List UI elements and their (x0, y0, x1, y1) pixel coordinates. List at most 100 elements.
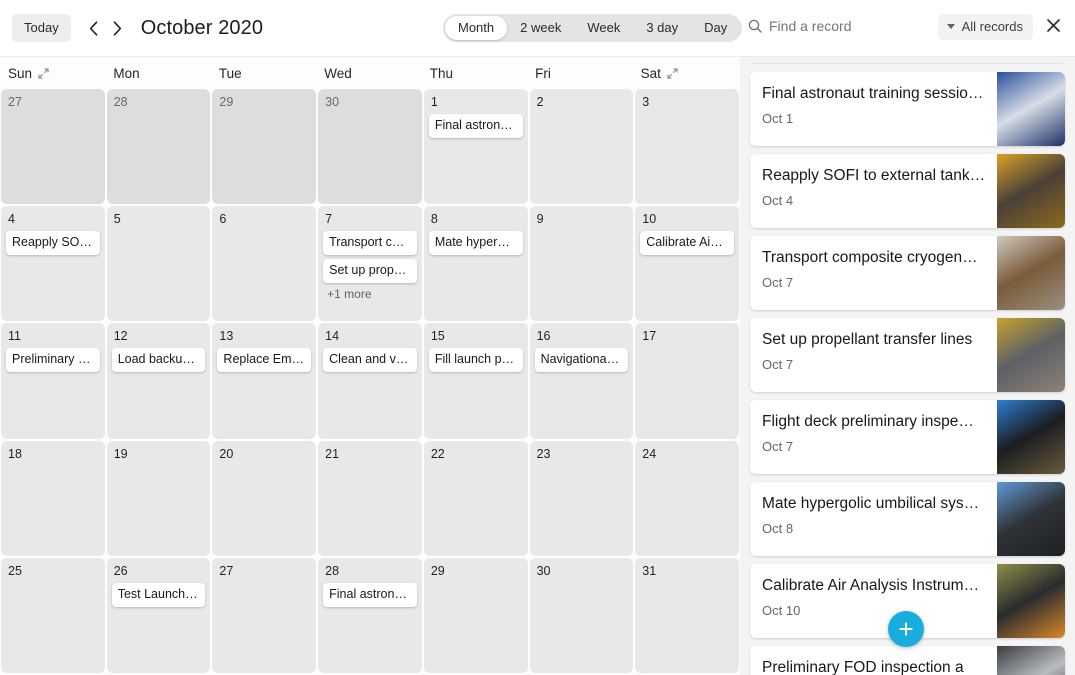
day-cell[interactable]: 5 (106, 206, 211, 322)
record-card[interactable]: Reapply SOFI to external tank… Oct 4 (750, 154, 1065, 228)
day-cell[interactable]: 9 (529, 206, 634, 322)
calendar-event-chip[interactable]: Calibrate Ai… (640, 231, 734, 256)
day-cell[interactable]: 18 (1, 440, 105, 556)
day-cell[interactable]: 28 Final astron… (318, 557, 422, 674)
chevron-left-icon (89, 20, 98, 36)
view-mode-2-week[interactable]: 2 week (507, 16, 574, 40)
day-cell[interactable]: 31 (635, 557, 739, 674)
record-date: Oct 10 (762, 603, 801, 618)
page-title: October 2020 (140, 16, 264, 39)
day-number: 23 (536, 446, 551, 461)
record-card-text: Set up propellant transfer lines Oct 7 (750, 318, 997, 392)
day-cell[interactable]: 28 (106, 89, 211, 205)
calendar-event-chip[interactable]: Final astron… (428, 114, 523, 138)
add-record-button[interactable] (888, 611, 924, 647)
day-cell[interactable]: 15 Fill launch p… (423, 323, 528, 439)
view-mode-month[interactable]: Month (445, 16, 508, 40)
day-cell[interactable]: 1 Final astron… (423, 89, 528, 205)
record-date: Oct 1 (762, 111, 794, 126)
day-cell[interactable]: 29 (423, 557, 528, 674)
search-input[interactable]: Find a record (748, 18, 851, 34)
day-cell[interactable]: 20 (212, 440, 317, 556)
day-cell[interactable]: 24 (635, 440, 739, 556)
calendar-event-chip[interactable]: Mate hyper… (428, 231, 523, 256)
day-cell[interactable]: 29 (212, 89, 317, 205)
day-header-fri: Fri (528, 66, 633, 81)
calendar-event-chip[interactable]: Final astron… (323, 582, 417, 607)
calendar-event-chip[interactable]: Transport c… (323, 231, 417, 256)
calendar-event-chip[interactable]: Navigationa… (534, 348, 629, 373)
record-card[interactable]: Set up propellant transfer lines Oct 7 (750, 318, 1065, 392)
calendar-event-chip[interactable]: Set up prop… (323, 259, 417, 284)
calendar-event-chip[interactable]: Load backu… (111, 348, 206, 373)
day-cell[interactable]: 12 Load backu… (106, 323, 211, 439)
calendar-event-chip[interactable]: Fill launch p… (428, 348, 523, 373)
day-number: 29 (219, 95, 234, 109)
day-cell[interactable]: 25 (1, 557, 105, 674)
day-cell[interactable]: 17 (635, 323, 739, 439)
previous-month-button[interactable] (83, 15, 105, 41)
day-cell[interactable]: 19 (106, 440, 211, 556)
day-cell[interactable]: 22 (423, 440, 528, 556)
calendar-event-chip[interactable]: Preliminary … (6, 348, 100, 373)
day-header-tue: Tue (212, 66, 317, 81)
view-mode-day[interactable]: Day (691, 16, 740, 40)
day-cell[interactable]: 2 (529, 89, 634, 205)
record-card[interactable]: Final astronaut training sessio… Oct 1 (750, 72, 1065, 146)
record-title: Flight deck preliminary inspe… (762, 413, 974, 430)
record-card-text: Flight deck preliminary inspe… Oct 7 (750, 400, 997, 474)
record-title: Set up propellant transfer lines (762, 331, 973, 348)
next-month-button[interactable] (107, 15, 129, 41)
day-cell[interactable]: 10 Calibrate Ai… (635, 206, 739, 322)
day-cell[interactable]: 6 (212, 206, 317, 322)
calendar-event-chip[interactable]: Test Launch… (111, 582, 206, 607)
view-mode-3-day[interactable]: 3 day (633, 16, 691, 40)
day-number: 18 (8, 446, 22, 461)
day-cell[interactable]: 14 Clean and v… (318, 323, 422, 439)
calendar-event-chip[interactable]: Reapply SO… (6, 231, 100, 256)
record-card[interactable]: Preliminary FOD inspection a (750, 646, 1065, 675)
calendar-event-chip[interactable]: Replace Em… (217, 348, 312, 373)
more-events-link[interactable]: +1 more (323, 287, 417, 301)
day-cell[interactable]: 21 (318, 440, 422, 556)
main-content: Sun Mon Tue Wed Thu Fri Sat 27 28 29 30 1 Final ast… (0, 56, 1075, 675)
day-cell[interactable]: 27 (212, 557, 317, 674)
record-card[interactable]: Flight deck preliminary inspe… Oct 7 (750, 400, 1065, 474)
day-cell[interactable]: 13 Replace Em… (212, 323, 317, 439)
record-filter-dropdown[interactable]: All records (937, 14, 1033, 40)
day-cell[interactable]: 30 (318, 89, 422, 205)
day-number: 31 (642, 563, 657, 578)
record-date: Oct 7 (762, 439, 794, 454)
day-header-label: Thu (429, 65, 453, 81)
record-card[interactable]: Mate hypergolic umbilical sys… Oct 8 (750, 482, 1065, 556)
calendar-event-chip[interactable]: Clean and v… (323, 348, 417, 373)
expand-column-icon[interactable] (38, 67, 49, 79)
day-number: 14 (325, 329, 340, 344)
record-date: Oct 7 (762, 357, 794, 372)
day-cell[interactable]: 30 (529, 557, 634, 674)
close-panel-button[interactable] (1043, 18, 1063, 38)
day-cell[interactable]: 4 Reapply SO… (1, 206, 105, 322)
view-mode-week[interactable]: Week (574, 16, 633, 40)
record-card[interactable]: Transport composite cryogen… Oct 7 (750, 236, 1065, 310)
day-header-label: Fri (535, 65, 551, 81)
day-header-label: Sun (8, 65, 33, 81)
day-cell[interactable]: 8 Mate hyper… (423, 206, 528, 322)
expand-column-icon[interactable] (667, 67, 678, 79)
day-cell[interactable]: 23 (529, 440, 634, 556)
day-number: 28 (325, 563, 340, 578)
plus-icon (898, 621, 914, 637)
today-button[interactable]: Today (12, 14, 71, 42)
day-cell[interactable]: 7 Transport c… Set up prop… +1 more (318, 206, 422, 322)
day-cell[interactable]: 3 (635, 89, 739, 205)
day-header-sun: Sun (1, 66, 106, 81)
record-thumbnail (997, 154, 1065, 228)
day-cell[interactable]: 26 Test Launch… (106, 557, 211, 674)
day-number: 1 (430, 95, 438, 109)
record-thumbnail (997, 236, 1065, 310)
day-cell[interactable]: 27 (1, 89, 105, 205)
day-cell[interactable]: 11 Preliminary … (1, 323, 105, 439)
day-number: 21 (325, 446, 340, 461)
day-cell[interactable]: 16 Navigationa… (529, 323, 634, 439)
view-mode-switcher: Month 2 week Week 3 day Day (443, 14, 743, 42)
